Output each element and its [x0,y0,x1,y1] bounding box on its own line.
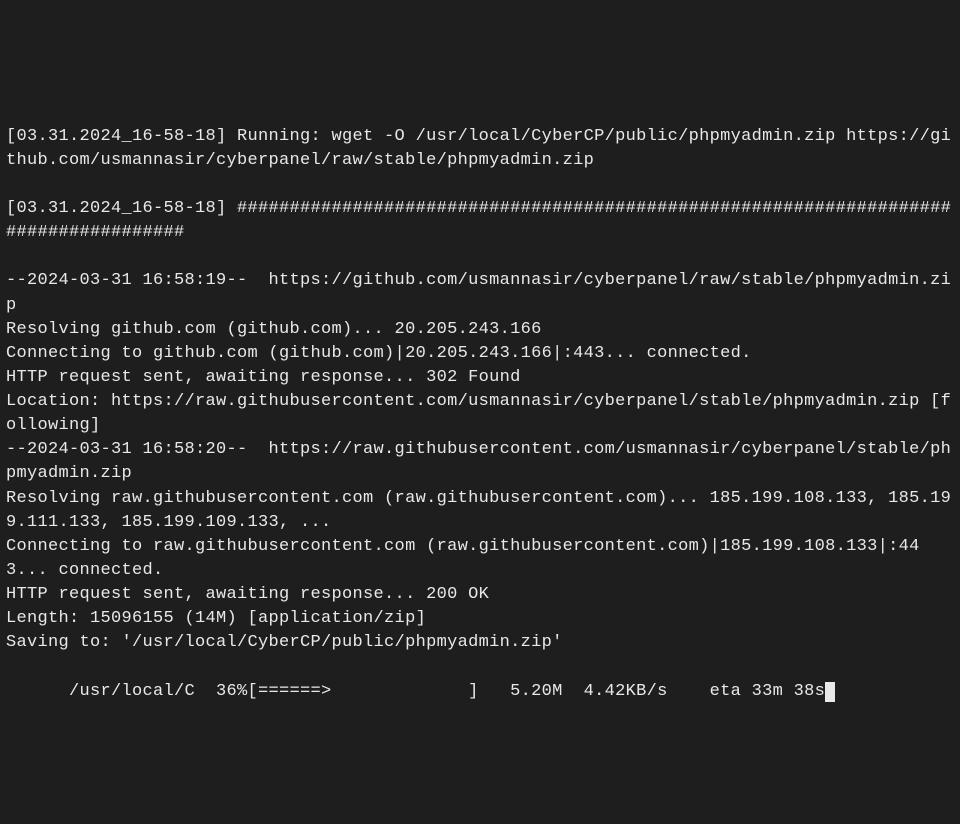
log-line: Length: 15096155 (14M) [application/zip] [6,609,426,628]
log-line: Resolving github.com (github.com)... 20.… [6,320,542,339]
progress-bar: [======> ] [248,680,479,704]
progress-eta: eta 33m 38s [668,680,826,704]
progress-size: 5.20M [479,680,563,704]
log-line: [03.31.2024_16-58-18] Running: wget -O /… [6,127,951,170]
progress-speed: 4.42KB/s [563,680,668,704]
log-line: Resolving raw.githubusercontent.com (raw… [6,489,951,532]
log-line: [03.31.2024_16-58-18] ##################… [6,199,951,242]
log-line: Saving to: '/usr/local/CyberCP/public/ph… [6,633,563,652]
log-line: Location: https://raw.githubusercontent.… [6,392,951,435]
terminal-output: [03.31.2024_16-58-18] Running: wget -O /… [6,101,954,704]
terminal-cursor [825,682,835,702]
progress-percent: 36% [195,680,248,704]
log-line: HTTP request sent, awaiting response... … [6,368,521,387]
progress-filename: /usr/local/C [6,680,195,704]
log-line: --2024-03-31 16:58:19-- https://github.c… [6,271,951,314]
download-progress: /usr/local/C 36%[======> ] 5.20M 4.42KB/… [6,680,954,704]
log-line: Connecting to raw.githubusercontent.com … [6,537,920,580]
log-line: Connecting to github.com (github.com)|20… [6,344,752,363]
log-line: --2024-03-31 16:58:20-- https://raw.gith… [6,440,951,483]
